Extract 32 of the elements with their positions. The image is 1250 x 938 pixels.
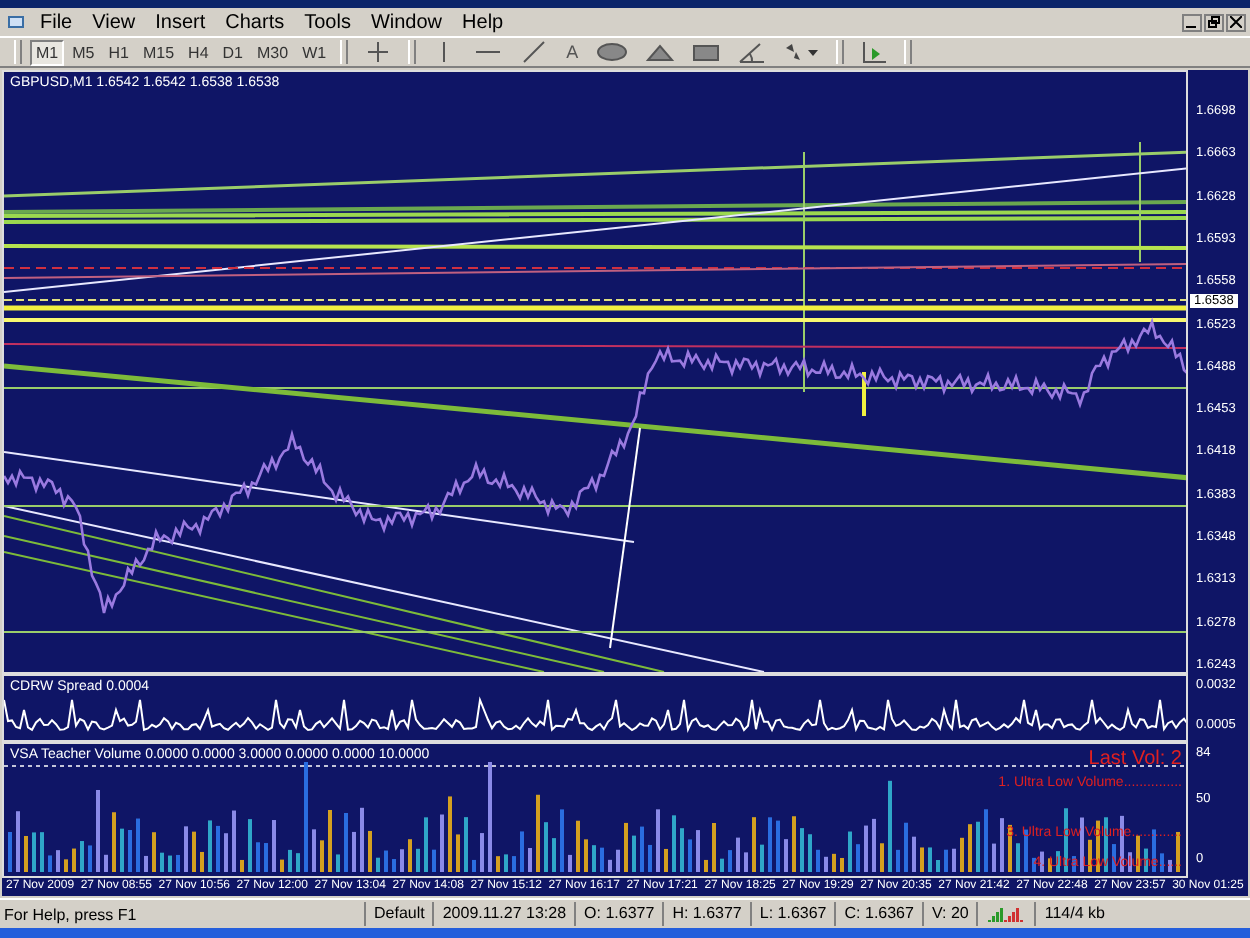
timeframe-button[interactable]: M5 — [66, 39, 101, 65]
timeframe-button[interactable]: M1 — [30, 39, 65, 65]
menu-item[interactable]: File — [30, 9, 83, 35]
close-icon — [1230, 16, 1242, 28]
window-icon[interactable] — [6, 12, 26, 32]
status-field: Default — [364, 902, 433, 926]
timeframe-button[interactable]: H4 — [182, 39, 215, 65]
menu-item[interactable]: Insert — [145, 9, 216, 35]
status-field: 2009.11.27 13:28 — [432, 902, 575, 926]
close-button[interactable] — [1226, 13, 1246, 31]
menu-item[interactable]: Tools — [294, 9, 361, 35]
traffic-label: 114/4 kb — [1034, 902, 1113, 926]
status-field: L: 1.6367 — [749, 902, 835, 926]
timeframe-button[interactable]: W1 — [296, 39, 333, 65]
timeframe-button[interactable]: M30 — [251, 39, 295, 65]
timeframe-button[interactable]: M15 — [136, 39, 181, 65]
menu-item[interactable]: Window — [360, 9, 453, 35]
minimize-button[interactable] — [1182, 13, 1202, 31]
status-field: V: 20 — [921, 902, 977, 926]
last-volume-label: Last Vol: 2 — [1088, 748, 1182, 770]
status-field: O: 1.6377 — [574, 902, 663, 926]
restore-button[interactable] — [1204, 13, 1224, 31]
timeframe-button[interactable]: D1 — [216, 39, 250, 65]
status-help-text: For Help, press F1 — [2, 905, 139, 923]
text-tool[interactable]: A — [558, 40, 587, 64]
menu-item[interactable]: View — [82, 9, 146, 35]
status-field: C: 1.6367 — [834, 902, 922, 926]
menu-item[interactable]: Charts — [215, 9, 295, 35]
status-field: H: 1.6377 — [662, 902, 750, 926]
menu-item[interactable]: Help — [452, 9, 514, 35]
timeframe-button[interactable]: H1 — [102, 39, 135, 65]
restore-icon — [1208, 16, 1220, 28]
